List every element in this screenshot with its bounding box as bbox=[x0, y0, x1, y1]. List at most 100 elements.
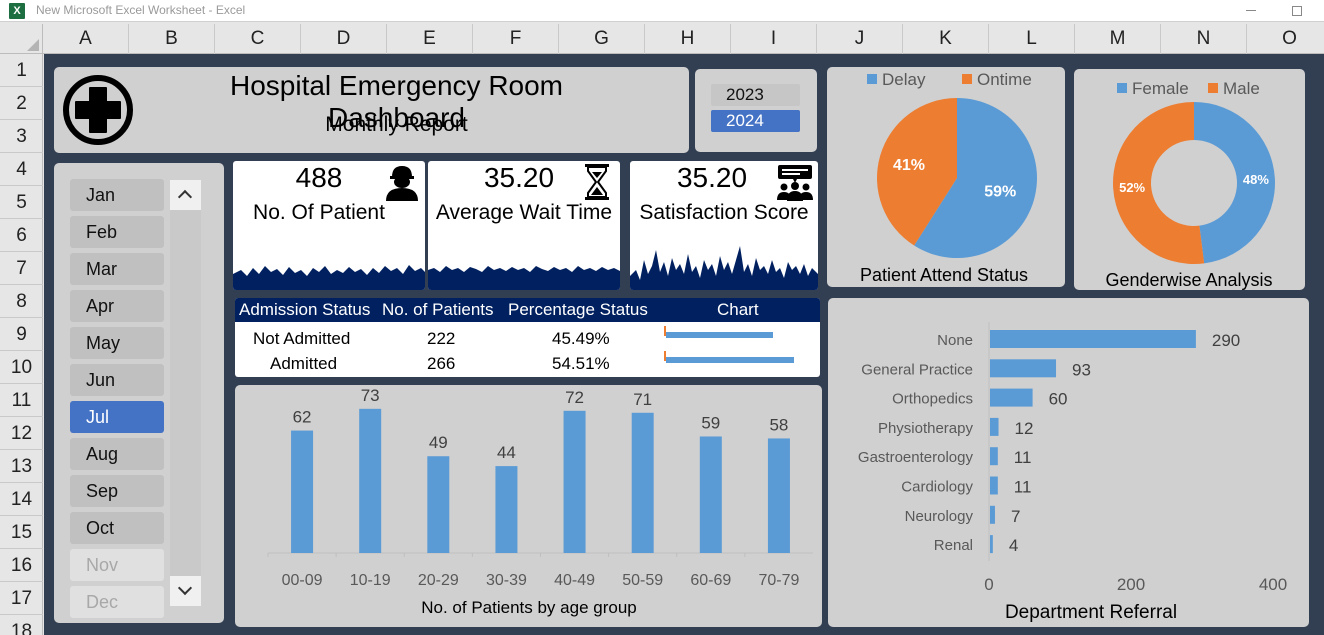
dept-category-label: Gastroenterology bbox=[858, 449, 974, 466]
scroll-down-button[interactable] bbox=[170, 576, 201, 606]
month-button-dec[interactable]: Dec bbox=[70, 586, 164, 618]
month-button-jul[interactable]: Jul bbox=[70, 401, 164, 433]
row-header[interactable]: 8 bbox=[0, 285, 43, 318]
legend-swatch-female bbox=[1117, 83, 1127, 93]
legend-label-ontime: Ontime bbox=[977, 70, 1032, 89]
kpi-satisfaction-sparkline bbox=[630, 246, 818, 290]
month-button-jun[interactable]: Jun bbox=[70, 364, 164, 396]
scroll-up-button[interactable] bbox=[170, 180, 201, 210]
row-header[interactable]: 11 bbox=[0, 384, 43, 417]
column-header[interactable]: N bbox=[1161, 24, 1247, 54]
row-header[interactable]: 12 bbox=[0, 417, 43, 450]
row-headers: 1 2 3 4 5 6 7 8 9 10 11 12 13 14 15 16 17 18 bbox=[0, 54, 43, 635]
pie-data-label: 41% bbox=[893, 157, 925, 174]
column-header[interactable]: I bbox=[731, 24, 817, 54]
month-scrollbar[interactable] bbox=[170, 180, 201, 606]
dept-category-label: Orthopedics bbox=[892, 391, 973, 408]
row-header[interactable]: 17 bbox=[0, 582, 43, 615]
row-header[interactable]: 9 bbox=[0, 318, 43, 351]
age-bar-00-09 bbox=[291, 430, 314, 553]
minimize-button[interactable] bbox=[1244, 3, 1258, 17]
dept-bar-value-label: 60 bbox=[1049, 390, 1068, 409]
legend-swatch-delay bbox=[867, 74, 877, 84]
month-button-feb[interactable]: Feb bbox=[70, 216, 164, 248]
age-category-label: 10-19 bbox=[350, 572, 391, 589]
gender-chart-title: Genderwise Analysis bbox=[1105, 270, 1272, 290]
row-header[interactable]: 15 bbox=[0, 516, 43, 549]
column-header[interactable]: E bbox=[387, 24, 473, 54]
title-bar: X New Microsoft Excel Worksheet - Excel bbox=[0, 0, 1324, 22]
column-header[interactable]: O bbox=[1247, 24, 1324, 54]
age-bar-60-69 bbox=[699, 436, 722, 553]
age-bar-value-label: 58 bbox=[769, 415, 788, 434]
excel-logo-icon: X bbox=[9, 3, 25, 19]
age-category-label: 30-39 bbox=[486, 572, 527, 589]
column-header[interactable]: G bbox=[559, 24, 645, 54]
dept-category-label: Cardiology bbox=[901, 479, 973, 496]
row-header[interactable]: 16 bbox=[0, 549, 43, 582]
age-category-label: 40-49 bbox=[554, 572, 595, 589]
dept-bar-value-label: 4 bbox=[1009, 536, 1018, 555]
legend-swatch-ontime bbox=[962, 74, 972, 84]
month-button-apr[interactable]: Apr bbox=[70, 290, 164, 322]
row-header[interactable]: 4 bbox=[0, 153, 43, 186]
dept-bar-renal bbox=[990, 535, 993, 554]
column-header[interactable]: K bbox=[903, 24, 989, 54]
age-category-label: 70-79 bbox=[758, 572, 799, 589]
row-header[interactable]: 13 bbox=[0, 450, 43, 483]
month-button-oct[interactable]: Oct bbox=[70, 512, 164, 544]
month-button-sep[interactable]: Sep bbox=[70, 475, 164, 507]
row-header[interactable]: 3 bbox=[0, 120, 43, 153]
month-button-nov[interactable]: Nov bbox=[70, 549, 164, 581]
month-button-jan[interactable]: Jan bbox=[70, 179, 164, 211]
row-header[interactable]: 1 bbox=[0, 54, 43, 87]
row-count: 266 bbox=[427, 354, 456, 373]
row-header[interactable]: 18 bbox=[0, 615, 43, 635]
dept-bar-neurology bbox=[990, 505, 995, 524]
year-2024-button[interactable]: 2024 bbox=[711, 110, 800, 132]
age-bar-value-label: 44 bbox=[497, 443, 516, 462]
age-bar-value-label: 71 bbox=[633, 390, 652, 409]
age-group-bar-chart: 62 00-09 73 10-19 49 20-29 44 30-39 72 40-49 71 50-… bbox=[267, 386, 813, 617]
month-button-aug[interactable]: Aug bbox=[70, 438, 164, 470]
age-bar-30-39 bbox=[495, 466, 518, 553]
column-header[interactable]: L bbox=[989, 24, 1075, 54]
x-tick-label: 200 bbox=[1117, 575, 1145, 594]
dept-category-label: Physiotherapy bbox=[878, 420, 974, 437]
legend-swatch-male bbox=[1208, 83, 1218, 93]
month-button-may[interactable]: May bbox=[70, 327, 164, 359]
header-admission-status: Admission Status bbox=[239, 300, 371, 319]
row-header[interactable]: 14 bbox=[0, 483, 43, 516]
age-bar-value-label: 73 bbox=[361, 386, 380, 405]
row-header[interactable]: 2 bbox=[0, 87, 43, 120]
column-header[interactable]: M bbox=[1075, 24, 1161, 54]
chevron-down-icon bbox=[177, 580, 193, 596]
age-bar-70-79 bbox=[767, 438, 790, 553]
column-header[interactable]: A bbox=[43, 24, 129, 54]
column-header[interactable]: H bbox=[645, 24, 731, 54]
column-header[interactable]: C bbox=[215, 24, 301, 54]
age-category-label: 00-09 bbox=[282, 572, 323, 589]
row-header[interactable]: 5 bbox=[0, 186, 43, 219]
dashboard-subtitle: Monthly Report bbox=[325, 113, 468, 136]
column-header[interactable]: B bbox=[129, 24, 215, 54]
header-no-of-patients: No. of Patients bbox=[382, 300, 494, 319]
month-button-mar[interactable]: Mar bbox=[70, 253, 164, 285]
window-title: New Microsoft Excel Worksheet - Excel bbox=[36, 3, 246, 17]
age-group-chart-panel: 62 00-09 73 10-19 49 20-29 44 30-39 72 40-49 71 50-… bbox=[235, 385, 822, 627]
year-2023-button[interactable]: 2023 bbox=[711, 84, 800, 106]
row-header[interactable]: 6 bbox=[0, 219, 43, 252]
select-all-button[interactable] bbox=[0, 24, 43, 54]
row-header[interactable]: 7 bbox=[0, 252, 43, 285]
kpi-satisfaction-label: Satisfaction Score bbox=[639, 201, 809, 224]
row-header[interactable]: 10 bbox=[0, 351, 43, 384]
dept-category-label: Renal bbox=[934, 537, 973, 554]
dept-bar-value-label: 12 bbox=[1015, 419, 1034, 438]
column-header[interactable]: D bbox=[301, 24, 387, 54]
column-header[interactable]: J bbox=[817, 24, 903, 54]
donut-data-label: 52% bbox=[1119, 180, 1145, 195]
admission-bar-not-admitted bbox=[666, 332, 773, 338]
restore-button[interactable] bbox=[1289, 3, 1303, 17]
dept-chart-title: Department Referral bbox=[1005, 602, 1177, 623]
column-header[interactable]: F bbox=[473, 24, 559, 54]
